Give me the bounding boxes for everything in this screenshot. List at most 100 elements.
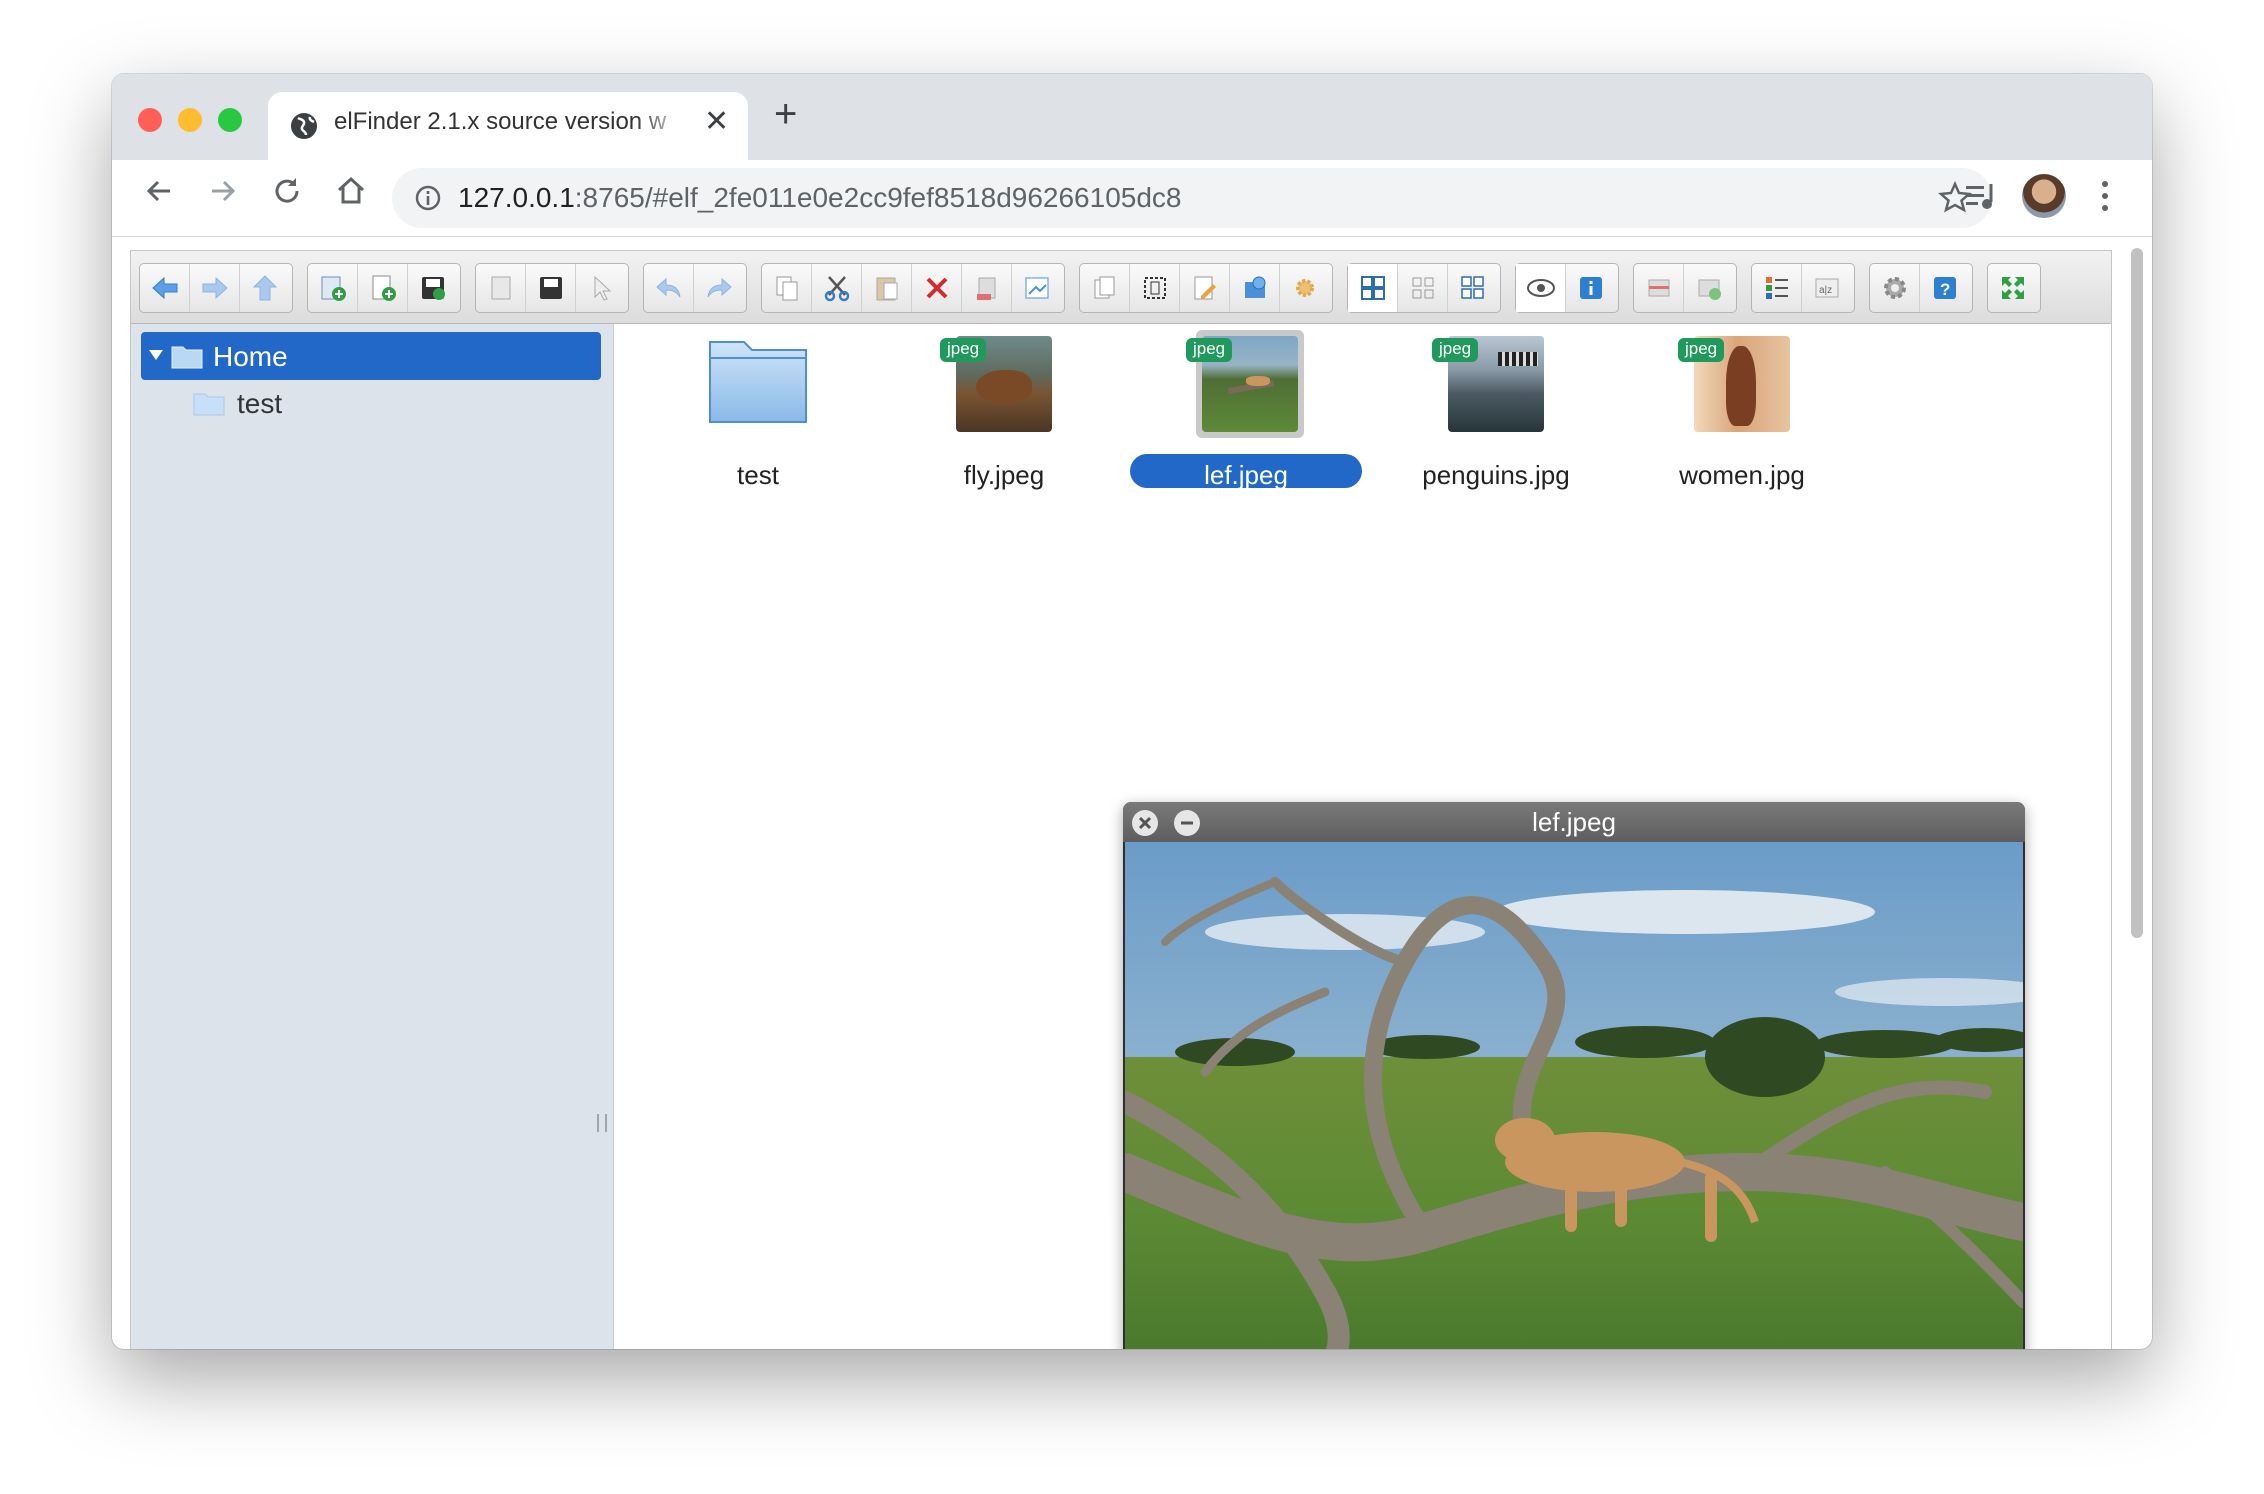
cut-icon[interactable] [812,264,862,312]
file-name: test [737,460,779,490]
tree-label-home: Home [213,341,288,372]
empty-icon[interactable] [962,264,1012,312]
toolbar-group-history [139,263,293,313]
browser-window: elFinder 2.1.x source version w ✕ + 127.… [112,74,2152,1349]
file-name: women.jpg [1679,460,1805,490]
svg-text:?: ? [1940,280,1950,299]
redo-icon[interactable] [694,264,744,312]
file-name: penguins.jpg [1422,460,1570,490]
toolbar-group-tools [1079,263,1333,313]
file-item-women[interactable]: jpeg women.jpg [1622,328,1862,490]
expand-arrow-icon[interactable] [149,349,163,367]
file-name: fly.jpeg [963,460,1045,490]
quicklook-title: lef.jpeg [1532,807,1616,837]
file-item-fly[interactable]: jpeg fly.jpeg [884,328,1124,490]
preference-icon[interactable] [1870,264,1920,312]
back-icon[interactable] [140,264,190,312]
svg-text:a|z: a|z [1819,285,1832,296]
back-arrow-icon[interactable] [142,174,176,214]
toolbar-group-open [475,263,629,313]
avatar[interactable] [2022,174,2066,218]
navigation-pane: Home test [131,324,614,1349]
file-name: lef.jpeg [1204,460,1288,490]
browser-tab[interactable]: elFinder 2.1.x source version w ✕ [268,92,748,160]
page-scrollbar[interactable] [2127,240,2147,1340]
forward-icon[interactable] [190,264,240,312]
file-type-badge: jpeg [1432,338,1479,362]
close-tab-icon[interactable]: ✕ [704,104,729,139]
reload-icon[interactable] [270,174,304,214]
view-list-icon[interactable] [1448,264,1498,312]
toolbar-group-edit [761,263,1065,313]
view-small-icon[interactable] [1398,264,1448,312]
tree-label-test: test [237,388,283,419]
url-text[interactable]: 127.0.0.1:8765/#elf_2fe011e0e2cc9fef8518… [458,182,1181,214]
mkfile-icon[interactable] [358,264,408,312]
file-type-badge: jpeg [940,338,987,362]
toolbar-group-help: ? [1869,263,1973,313]
duplicate-icon[interactable] [1080,264,1130,312]
delete-icon[interactable] [912,264,962,312]
hide-icon[interactable] [1012,264,1062,312]
paste-icon[interactable] [862,264,912,312]
file-type-badge: jpeg [1186,338,1233,362]
toolbar-group-fullscreen [1987,263,2041,313]
file-item-penguins[interactable]: jpeg penguins.jpg [1376,328,1616,490]
toolbar-group-file [307,263,461,313]
list-view-icon[interactable] [1752,264,1802,312]
new-tab-icon[interactable]: + [774,94,797,134]
browser-toolbar: 127.0.0.1:8765/#elf_2fe011e0e2cc9fef8518… [112,160,2152,237]
up-icon[interactable] [240,264,290,312]
media-controls-icon[interactable] [1964,182,1998,217]
elfinder-app: a|z ? Home test test jpeg fly.jpeg jpeg … [130,250,2112,1349]
file-item-test[interactable]: test [638,328,878,490]
preview-image [1125,842,2023,1349]
tree-item-test[interactable]: test [193,384,493,424]
upload-icon[interactable] [408,264,458,312]
folder-icon [193,390,225,421]
edit-icon[interactable] [1180,264,1230,312]
help-icon[interactable]: ? [1920,264,1970,312]
selectall-icon[interactable] [1130,264,1180,312]
close-window-button[interactable] [138,108,162,132]
toolbar-group-archive [1633,263,1737,313]
getfile-icon[interactable] [576,264,626,312]
scrollbar-thumb[interactable] [2131,248,2143,938]
info-icon[interactable] [1566,264,1616,312]
undo-icon[interactable] [644,264,694,312]
toolbar-group-undo [643,263,747,313]
site-info-icon[interactable] [414,184,442,217]
file-type-badge: jpeg [1678,338,1725,362]
resize-icon[interactable] [1280,264,1330,312]
zoom-window-button[interactable] [218,108,242,132]
home-icon[interactable] [334,174,368,214]
open-icon[interactable] [476,264,526,312]
archive-icon[interactable] [1684,264,1734,312]
extract-icon[interactable] [1634,264,1684,312]
view-icons-icon[interactable] [1348,264,1398,312]
netmount-icon[interactable] [1230,264,1280,312]
toolbar-group-view [1347,263,1501,313]
quicklook-window[interactable]: lef.jpeg [1123,802,2025,1349]
menu-dots-icon[interactable] [2100,178,2110,219]
mkdir-icon[interactable] [308,264,358,312]
toolbar-group-sort: a|z [1751,263,1855,313]
globe-icon [290,112,318,145]
copy-icon[interactable] [762,264,812,312]
quicklook-icon[interactable] [1516,264,1566,312]
resize-handle[interactable] [597,1114,607,1132]
file-item-lef[interactable]: jpeg lef.jpeg [1130,328,1370,490]
folder-icon [708,338,808,429]
minimize-window-button[interactable] [178,108,202,132]
fullscreen-icon[interactable] [1988,264,2038,312]
sort-icon[interactable]: a|z [1802,264,1852,312]
tab-title: elFinder 2.1.x source version w [334,108,667,135]
tree-item-home[interactable]: Home [141,332,601,380]
folder-icon [171,343,203,374]
quicklook-titlebar[interactable]: lef.jpeg [1123,802,2025,842]
address-bar[interactable]: 127.0.0.1:8765/#elf_2fe011e0e2cc9fef8518… [392,168,1992,228]
download-icon[interactable] [526,264,576,312]
browser-titlebar: elFinder 2.1.x source version w ✕ + [112,74,2152,160]
forward-arrow-icon[interactable] [206,174,240,214]
toolbar-group-info [1515,263,1619,313]
